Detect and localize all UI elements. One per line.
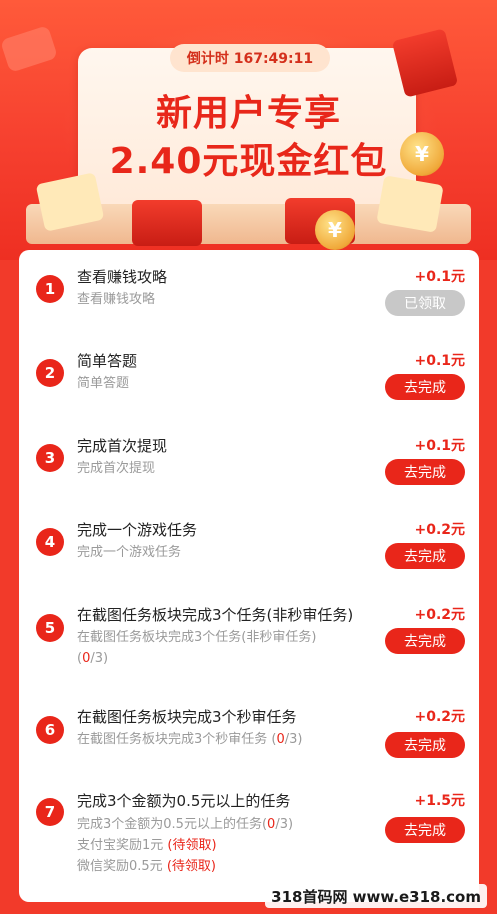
- ticket-icon: [376, 175, 444, 233]
- task-subtitle: 完成一个游戏任务: [77, 545, 182, 560]
- claimed-button[interactable]: 已领取: [385, 290, 465, 316]
- hero-banner: 倒计时 167:49:11 新用户专享 2.40元现金红包 ¥ ¥: [0, 0, 497, 260]
- coin-icon: ¥: [315, 210, 355, 250]
- task-number-badge: 7: [36, 798, 64, 826]
- task-number-badge: 6: [36, 716, 64, 744]
- task-reward: +0.1元: [414, 438, 465, 454]
- countdown-timer: 倒计时 167:49:11: [170, 44, 330, 72]
- task-reward: +0.1元: [414, 269, 465, 285]
- task-subtitle: 在截图任务板块完成3个任务(非秒审任务): [77, 630, 317, 645]
- red-envelope-icon: [132, 200, 202, 246]
- go-complete-button[interactable]: 去完成: [385, 628, 465, 654]
- wechat-reward-note: 微信奖励0.5元 (待领取): [77, 859, 216, 874]
- task-subtitle: 简单答题: [77, 376, 130, 391]
- task-reward: +0.2元: [414, 607, 465, 623]
- task-number-badge: 5: [36, 614, 64, 642]
- task-reward: +0.1元: [414, 353, 465, 369]
- task-title: 完成一个游戏任务: [77, 521, 198, 539]
- task-title: 在截图任务板块完成3个秒审任务: [77, 708, 297, 726]
- task-reward: +0.2元: [414, 709, 465, 725]
- go-complete-button[interactable]: 去完成: [385, 817, 465, 843]
- task-number-badge: 4: [36, 528, 64, 556]
- go-complete-button[interactable]: 去完成: [385, 543, 465, 569]
- alipay-reward-note: 支付宝奖励1元 (待领取): [77, 838, 217, 853]
- go-complete-button[interactable]: 去完成: [385, 374, 465, 400]
- task-list-card: 1 查看赚钱攻略 查看赚钱攻略 +0.1元 已领取 2 简单答题 简单答题 +0…: [19, 250, 479, 902]
- task-subtitle: 查看赚钱攻略: [77, 292, 156, 307]
- go-complete-button[interactable]: 去完成: [385, 459, 465, 485]
- decor-envelope-icon: [0, 25, 59, 73]
- task-subtitle: 完成首次提现: [77, 461, 156, 476]
- go-complete-button[interactable]: 去完成: [385, 732, 465, 758]
- task-progress: (0/3): [77, 651, 109, 666]
- task-subtitle: 完成3个金额为0.5元以上的任务(0/3): [77, 817, 294, 832]
- task-title: 简单答题: [77, 352, 138, 370]
- task-title: 在截图任务板块完成3个任务(非秒审任务): [77, 606, 354, 624]
- site-watermark: 318首码网 www.e318.com: [265, 884, 487, 908]
- task-reward: +1.5元: [414, 793, 465, 809]
- task-title: 完成3个金额为0.5元以上的任务: [77, 792, 291, 810]
- task-title: 完成首次提现: [77, 437, 168, 455]
- task-title: 查看赚钱攻略: [77, 268, 168, 286]
- task-number-badge: 1: [36, 275, 64, 303]
- coin-icon: ¥: [400, 132, 444, 176]
- task-number-badge: 2: [36, 359, 64, 387]
- task-subtitle: 在截图任务板块完成3个秒审任务 (0/3): [77, 732, 303, 747]
- task-reward: +0.2元: [414, 522, 465, 538]
- task-number-badge: 3: [36, 444, 64, 472]
